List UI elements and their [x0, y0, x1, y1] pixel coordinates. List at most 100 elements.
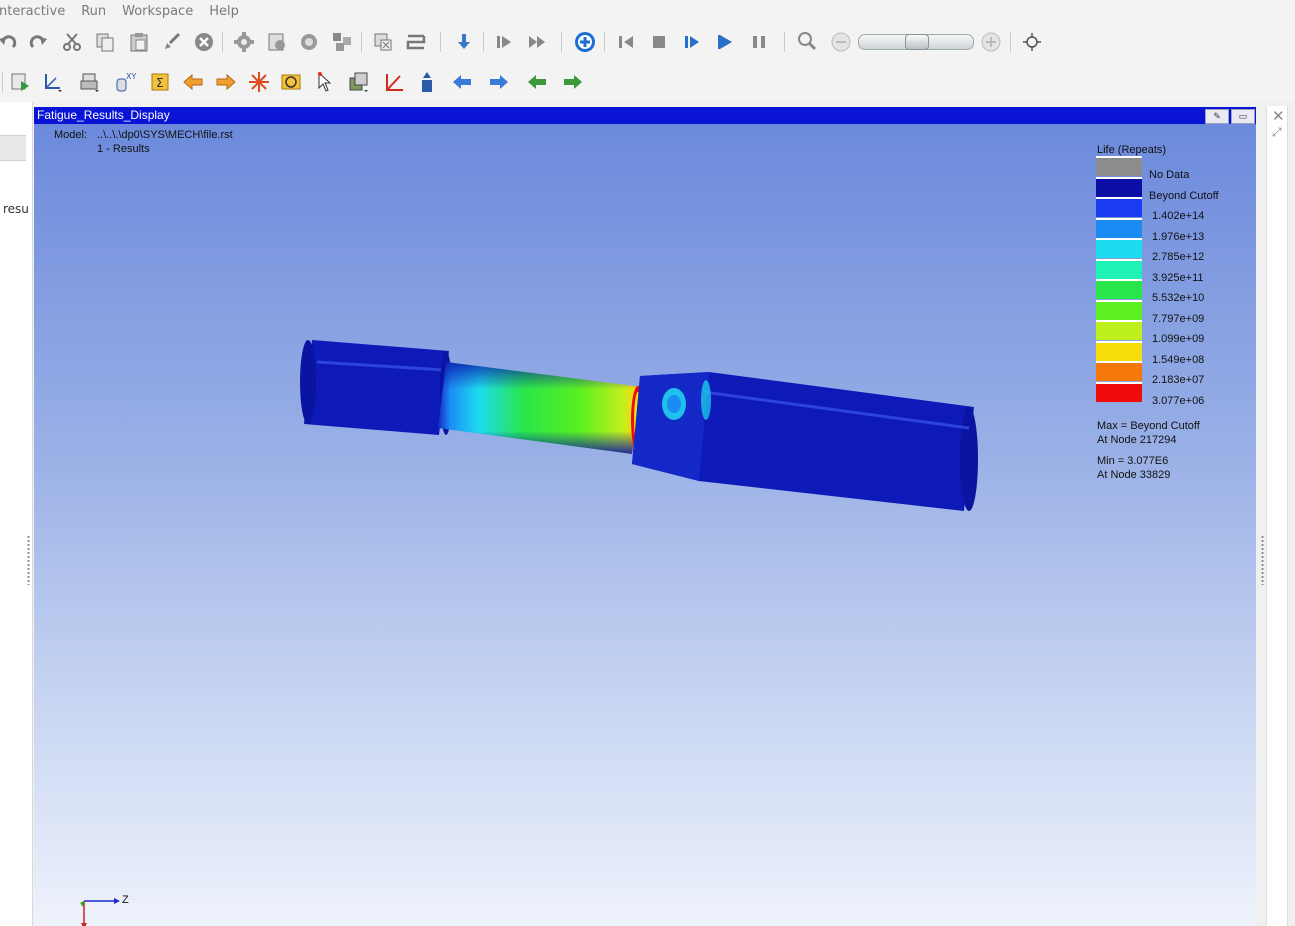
legend-swatch — [1096, 361, 1142, 381]
legend-swatch — [1096, 258, 1142, 279]
legend-label: 1.402e+14 — [1152, 210, 1205, 222]
right-panel — [1258, 102, 1295, 926]
print-icon[interactable] — [78, 70, 102, 94]
main-toolbar — [0, 22, 1295, 62]
left-panel-text: resu — [3, 202, 29, 216]
legend-swatch — [1096, 279, 1142, 299]
triad-z-label: Z — [122, 894, 129, 906]
paste-icon[interactable] — [127, 30, 151, 54]
gear-icon[interactable] — [297, 30, 321, 54]
menu-item-nteractive[interactable]: nteractive — [0, 4, 66, 19]
step-pause-icon[interactable] — [492, 30, 516, 54]
step-play-icon[interactable] — [680, 30, 704, 54]
svg-text:XY: XY — [126, 72, 136, 81]
fast-forward-icon[interactable] — [525, 30, 549, 54]
legend-swatch — [1096, 176, 1142, 197]
legend-swatch — [1096, 156, 1142, 176]
zoom-100-icon[interactable] — [795, 30, 819, 54]
stop-icon[interactable] — [647, 30, 671, 54]
brush-icon[interactable] — [160, 30, 184, 54]
left-panel-tab[interactable] — [0, 135, 26, 161]
graphics-canvas[interactable]: Model: ..\..\.\dp0\SYS\MECH\file.rst 1 -… — [34, 124, 1256, 926]
legend-min-line2: At Node 33829 — [1097, 469, 1171, 481]
zoom-out-icon[interactable] — [829, 30, 853, 54]
redo-icon[interactable] — [26, 30, 50, 54]
undo-icon[interactable] — [0, 30, 20, 54]
arrow-left-green-icon[interactable] — [525, 70, 549, 94]
copy-close-icon[interactable] — [371, 30, 395, 54]
arrow-left-orange-icon[interactable] — [181, 70, 205, 94]
document-settings-icon[interactable] — [265, 30, 289, 54]
arrow-right-blue-icon[interactable] — [487, 70, 511, 94]
flow-icon[interactable] — [404, 30, 428, 54]
zoom-in-icon[interactable] — [979, 30, 1003, 54]
legend-label: 1.099e+09 — [1152, 333, 1205, 345]
pointer-icon[interactable] — [313, 70, 337, 94]
arrow-right-orange-icon[interactable] — [214, 70, 238, 94]
expand-icon[interactable]: ⤢ — [1272, 125, 1282, 140]
menu-item-workspace[interactable]: Workspace — [121, 4, 194, 19]
zoom-slider[interactable] — [858, 34, 974, 50]
legend-swatch — [1096, 320, 1142, 340]
legend-max-line1: Max = Beyond Cutoff — [1097, 420, 1200, 432]
left-panel: resu — [0, 102, 33, 926]
menu-item-run[interactable]: Run — [80, 4, 107, 19]
legend-swatch — [1096, 340, 1142, 361]
layers-icon[interactable] — [347, 70, 371, 94]
viewport-title: Fatigue_Results_Display — [37, 108, 170, 122]
viewport-titlebar: Fatigue_Results_Display ✎ ▭ — [34, 107, 1256, 124]
close-icon[interactable]: ✕ — [1272, 107, 1285, 125]
legend-label: Beyond Cutoff — [1149, 189, 1219, 202]
settings-gear-icon[interactable] — [232, 30, 256, 54]
delete-icon[interactable] — [192, 30, 216, 54]
arrow-right-green-icon[interactable] — [561, 70, 585, 94]
left-splitter-grip[interactable] — [27, 535, 30, 585]
legend-label: No Data — [1149, 169, 1190, 181]
legend-label: 1.549e+08 — [1152, 353, 1205, 366]
results-viewport: Fatigue_Results_Display ✎ ▭ Model: ..\..… — [34, 107, 1256, 926]
cut-icon[interactable] — [60, 30, 84, 54]
skip-back-icon[interactable] — [614, 30, 638, 54]
add-icon[interactable] — [573, 30, 597, 54]
pin-icon[interactable]: ✎ — [1205, 109, 1229, 124]
legend-label: 2.785e+12 — [1152, 251, 1205, 263]
legend-label: 2.183e+07 — [1152, 374, 1205, 386]
axis-icon[interactable] — [41, 70, 65, 94]
zoom-slider-thumb[interactable] — [905, 34, 929, 50]
export-icon[interactable] — [8, 70, 32, 94]
legend-label: 5.532e+10 — [1152, 292, 1205, 304]
rotate-icon[interactable] — [279, 70, 303, 94]
download-arrow-icon[interactable] — [452, 30, 476, 54]
copy-icon[interactable] — [93, 30, 117, 54]
pause-icon[interactable] — [747, 30, 771, 54]
sum-icon[interactable]: Σ — [148, 70, 172, 94]
legend-swatch — [1096, 217, 1142, 238]
arrow-left-blue-icon[interactable] — [450, 70, 474, 94]
shaft-model[interactable] — [34, 124, 1256, 926]
legend-label: 3.925e+11 — [1152, 271, 1204, 284]
menu-item-help[interactable]: Help — [208, 4, 240, 19]
legend-swatch — [1096, 238, 1142, 258]
legend-label: 7.797e+09 — [1152, 312, 1205, 325]
legend-label: 3.077e+06 — [1152, 394, 1205, 407]
angle-axis-icon[interactable] — [383, 70, 407, 94]
legend-swatch — [1096, 381, 1142, 402]
maximize-icon[interactable]: ▭ — [1231, 109, 1255, 124]
legend-max-line2: At Node 217294 — [1097, 434, 1177, 446]
right-splitter-grip[interactable] — [1261, 535, 1264, 585]
legend-swatch — [1096, 299, 1142, 320]
play-icon[interactable] — [713, 30, 737, 54]
legend-title: Life (Repeats) — [1097, 144, 1167, 156]
coordinate-triad: Z — [80, 894, 129, 926]
graphics-toolbar: XY Σ — [0, 62, 1295, 102]
probe-icon[interactable] — [415, 70, 439, 94]
crosshair-icon[interactable] — [1020, 30, 1044, 54]
xy-plot-icon[interactable]: XY — [113, 70, 137, 94]
menu-bar: nteractive Run Workspace Help — [0, 0, 1295, 23]
legend-min-line1: Min = 3.077E6 — [1097, 455, 1169, 467]
blocks-icon[interactable] — [330, 30, 354, 54]
legend-label: 1.976e+13 — [1152, 230, 1205, 243]
burst-icon[interactable] — [247, 70, 271, 94]
svg-text:Σ: Σ — [156, 76, 164, 90]
legend-swatch — [1096, 197, 1142, 217]
